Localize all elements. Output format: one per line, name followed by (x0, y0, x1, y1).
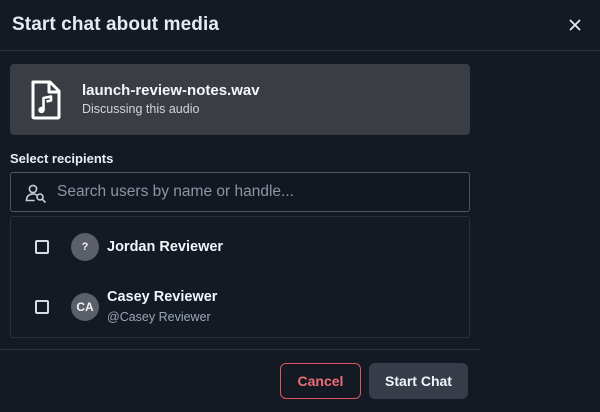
user-checkbox[interactable] (35, 300, 49, 314)
user-handle: @Casey Reviewer (107, 310, 211, 324)
user-name: Casey Reviewer (107, 289, 218, 305)
user-list: ? Jordan Reviewer CA Casey Reviewer @Cas… (10, 216, 470, 338)
media-filename: launch-review-notes.wav (82, 82, 260, 99)
search-input[interactable] (55, 173, 455, 211)
close-button[interactable] (564, 14, 586, 36)
user-checkbox[interactable] (35, 240, 49, 254)
user-row-jordan[interactable]: ? Jordan Reviewer (11, 219, 469, 275)
media-subtitle: Discussing this audio (82, 102, 200, 116)
audio-file-icon (31, 80, 61, 120)
dialog-title: Start chat about media (12, 14, 220, 35)
recipients-label: Select recipients (10, 151, 114, 166)
user-search-icon (25, 184, 46, 203)
dialog-header: Start chat about media (0, 0, 600, 51)
footer-divider (0, 349, 480, 350)
user-name: Jordan Reviewer (107, 239, 224, 255)
media-card: launch-review-notes.wav Discussing this … (10, 64, 470, 135)
cancel-button[interactable]: Cancel (280, 363, 361, 399)
avatar: ? (71, 233, 99, 261)
close-icon (569, 19, 581, 31)
start-chat-button[interactable]: Start Chat (369, 363, 468, 399)
start-chat-dialog: Start chat about media launch-review-not… (0, 0, 600, 412)
avatar: CA (71, 293, 99, 321)
user-row-casey[interactable]: CA Casey Reviewer @Casey Reviewer (11, 279, 469, 335)
recipient-search[interactable] (10, 172, 470, 212)
